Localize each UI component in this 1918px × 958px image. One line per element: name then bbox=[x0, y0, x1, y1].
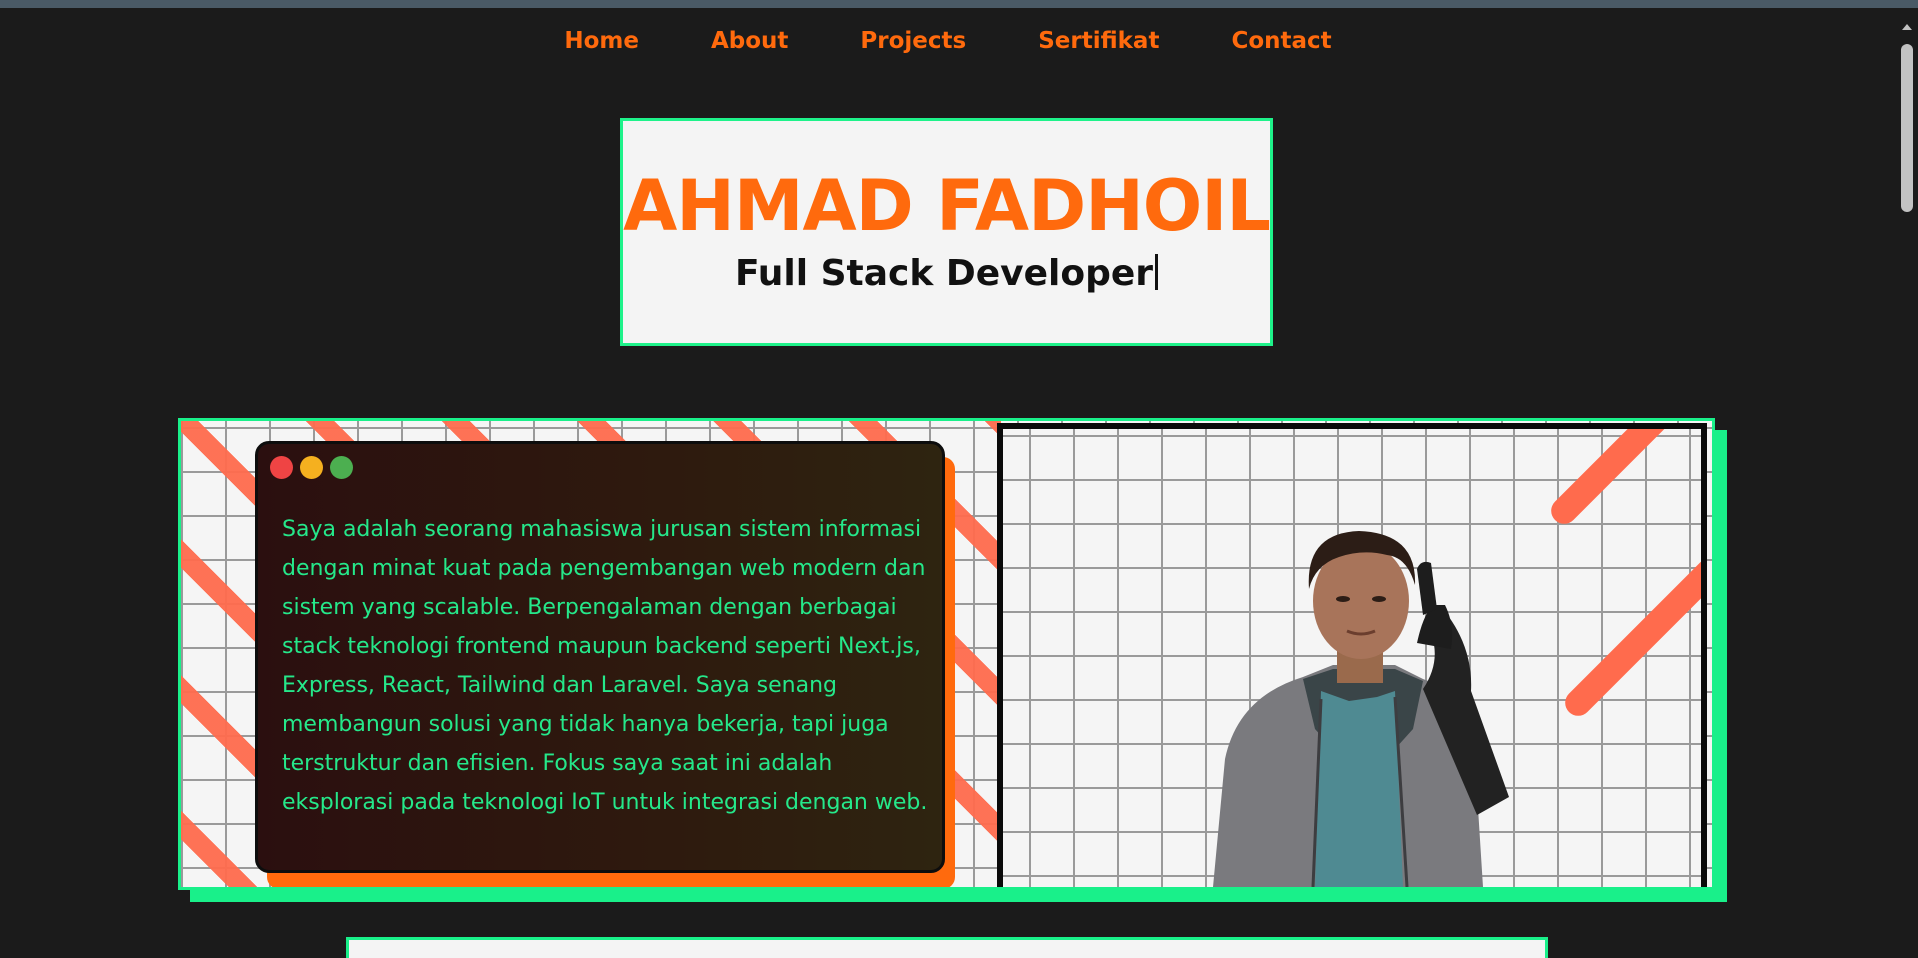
minimize-dot-icon bbox=[300, 456, 323, 479]
hero-card: AHMAD FADHOIL Full Stack Developer bbox=[620, 118, 1273, 346]
terminal-window: Saya adalah seorang mahasiswa jurusan si… bbox=[255, 441, 945, 873]
close-dot-icon bbox=[270, 456, 293, 479]
about-section: Saya adalah seorang mahasiswa jurusan si… bbox=[178, 418, 1715, 890]
nav-projects[interactable]: Projects bbox=[860, 28, 966, 54]
nav-home[interactable]: Home bbox=[564, 28, 639, 54]
profile-photo bbox=[1213, 531, 1509, 887]
scrollbar[interactable] bbox=[1896, 8, 1918, 958]
window-controls bbox=[270, 456, 353, 479]
next-section-preview bbox=[346, 937, 1548, 958]
browser-top-bar bbox=[0, 0, 1918, 8]
maximize-dot-icon bbox=[330, 456, 353, 479]
hero-name: AHMAD FADHOIL bbox=[623, 165, 1271, 247]
typing-caret bbox=[1155, 254, 1159, 290]
hero-role: Full Stack Developer bbox=[734, 253, 1154, 294]
about-description: Saya adalah seorang mahasiswa jurusan si… bbox=[282, 517, 928, 815]
nav-about[interactable]: About bbox=[711, 28, 788, 54]
hero-role-line: Full Stack Developer bbox=[623, 253, 1270, 294]
scroll-thumb[interactable] bbox=[1901, 44, 1913, 212]
scroll-up-arrow-icon[interactable] bbox=[1902, 24, 1912, 30]
nav-contact[interactable]: Contact bbox=[1231, 28, 1331, 54]
profile-photo-frame bbox=[997, 423, 1707, 887]
nav-sertifikat[interactable]: Sertifikat bbox=[1038, 28, 1159, 54]
main-nav: Home About Projects Sertifikat Contact bbox=[0, 28, 1896, 54]
